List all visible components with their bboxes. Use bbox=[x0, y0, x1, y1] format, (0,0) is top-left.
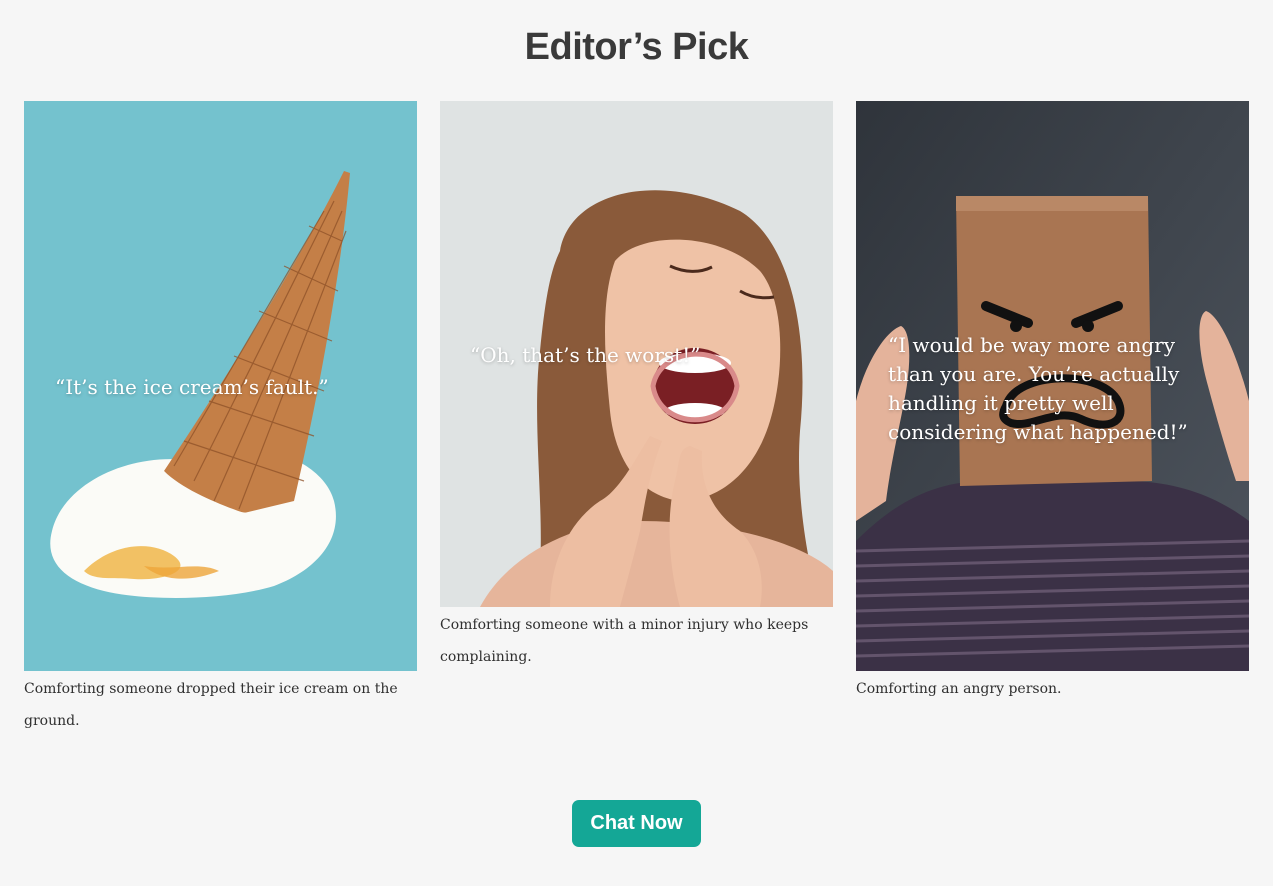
card-ice-cream[interactable]: “It’s the ice cream’s fault.” Comforting… bbox=[24, 101, 417, 737]
chat-now-button[interactable]: Chat Now bbox=[572, 800, 701, 847]
caption-angry-person: Comforting an angry person. bbox=[856, 681, 1062, 697]
card-minor-injury[interactable]: “Oh, that’s the worst!” Comforting someo… bbox=[440, 101, 833, 673]
quote-ice-cream: “It’s the ice cream’s fault.” bbox=[55, 375, 329, 399]
page-title: Editor’s Pick bbox=[524, 26, 749, 68]
quote-minor-injury: “Oh, that’s the worst!” bbox=[470, 343, 701, 367]
card-image-ice-cream[interactable]: “It’s the ice cream’s fault.” bbox=[24, 101, 417, 671]
card-image-minor-injury[interactable]: “Oh, that’s the worst!” bbox=[440, 101, 833, 607]
caption-minor-injury: Comforting someone with a minor injury w… bbox=[440, 617, 809, 665]
quote-angry-person: “I would be way more angry than you are.… bbox=[888, 333, 1188, 444]
caption-ice-cream: Comforting someone dropped their ice cre… bbox=[24, 681, 398, 729]
card-image-angry-person[interactable]: “I would be way more angry than you are.… bbox=[856, 101, 1249, 671]
card-angry-person[interactable]: “I would be way more angry than you are.… bbox=[856, 101, 1249, 705]
